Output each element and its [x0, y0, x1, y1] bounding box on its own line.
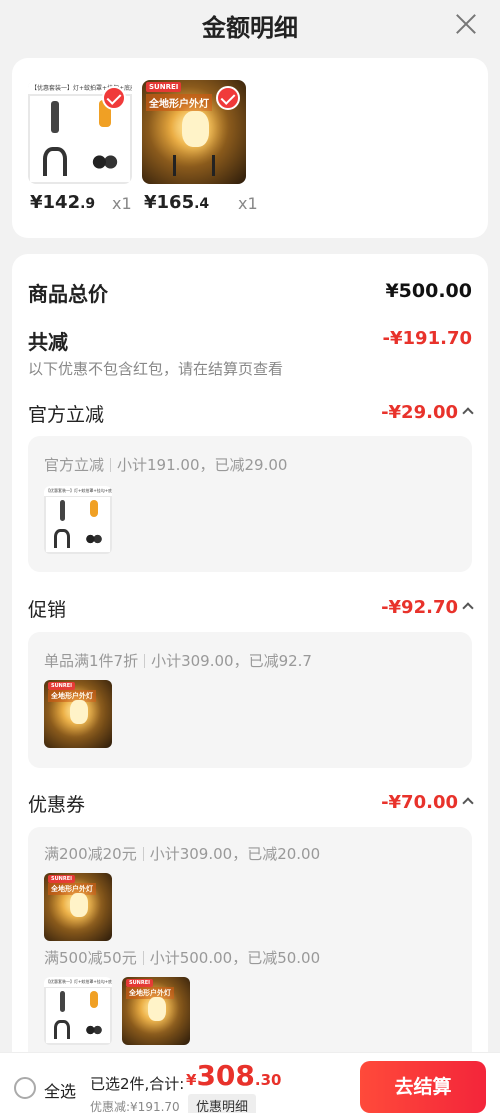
product-bundle[interactable]: 【优惠套装一】灯+蚊拍罩+挂勾+底座 ¥142.9 x1	[28, 80, 132, 213]
page-title: 金额明细	[202, 14, 298, 42]
total-reduce-amount: -¥191.70	[382, 328, 472, 349]
total-price-label: 商品总价	[28, 282, 108, 306]
discount-detail: 小计500.00，已减50.00	[149, 949, 321, 967]
discount-detail: 小计309.00，已减92.7	[151, 652, 312, 670]
price-decimal: .9	[80, 196, 96, 212]
bundle-thumbnail: 【优惠套装一】灯+蚊拍罩+挂勾+底座	[44, 977, 112, 1045]
product-quantity: x1	[112, 194, 132, 213]
lamp-image	[30, 96, 80, 140]
total-decimal: .30	[254, 1071, 282, 1089]
header: 金额明细	[0, 0, 500, 50]
hooks-image	[80, 140, 130, 182]
product-image-tag: 全地形户外灯	[126, 987, 174, 999]
section-promo-toggle[interactable]: -¥92.70	[381, 597, 474, 618]
select-all-radio[interactable]	[14, 1077, 36, 1099]
bundle-banner: 【优惠套装一】灯+蚊拍罩+挂勾+底座	[44, 977, 112, 987]
checkout-total: ¥308.30	[186, 1059, 281, 1092]
discount-detail: 小计309.00，已减20.00	[149, 845, 321, 863]
checkout-button[interactable]: 去结算	[360, 1061, 486, 1113]
product-image-tag: 全地形户外灯	[146, 94, 212, 111]
total-currency: ¥	[186, 1071, 197, 1089]
chevron-up-icon	[462, 602, 474, 614]
price-decimal: .4	[194, 196, 210, 212]
chevron-up-icon	[462, 797, 474, 809]
section-coupon-amount: -¥70.00	[381, 792, 458, 813]
selected-check-icon[interactable]	[216, 86, 240, 110]
product-price: ¥165.4	[144, 192, 209, 213]
section-coupon-toggle[interactable]: -¥70.00	[381, 792, 474, 813]
brand-logo: SUNREI	[146, 82, 182, 92]
price-integer: ¥165	[144, 192, 195, 213]
product-image-tag: 全地形户外灯	[48, 883, 96, 895]
total-integer: 308	[196, 1059, 255, 1092]
discount-rule: 官方立减	[44, 456, 105, 474]
close-icon[interactable]	[450, 8, 482, 40]
product-bundle-image[interactable]: 【优惠套装一】灯+蚊拍罩+挂勾+底座	[28, 80, 132, 184]
total-price-amount: ¥500.00	[385, 280, 472, 302]
section-official-panel: 官方立减 小计191.00，已减29.00 【优惠套装一】灯+蚊拍罩+挂勾+底座	[28, 436, 472, 572]
price-integer: ¥142	[30, 192, 81, 213]
product-image-tag: 全地形户外灯	[48, 690, 96, 702]
product-outdoor-lamp-image[interactable]: SUNREI 全地形户外灯	[142, 80, 246, 184]
discount-summary: 优惠减:¥191.70	[90, 1100, 180, 1113]
product-quantity: x1	[238, 194, 258, 213]
product-outdoor-lamp[interactable]: SUNREI 全地形户外灯 ¥165.4 x1	[142, 80, 258, 213]
bundle-thumbnail: 【优惠套装一】灯+蚊拍罩+挂勾+底座	[44, 486, 112, 554]
brand-logo: SUNREI	[126, 979, 153, 987]
section-promo-panel: 单品满1件7折 小计309.00，已减92.7 SUNREI 全地形户外灯	[28, 632, 472, 768]
discount-rule: 满500减50元	[44, 949, 137, 967]
section-promo-title: 促销	[28, 599, 67, 621]
select-all-label[interactable]: 全选	[44, 1078, 76, 1102]
discount-detail-button[interactable]: 优惠明细	[188, 1094, 257, 1113]
total-reduce-label: 共减	[28, 330, 68, 354]
brand-logo: SUNREI	[48, 875, 75, 883]
outdoor-lamp-thumbnail: SUNREI 全地形户外灯	[44, 680, 112, 748]
outdoor-lamp-thumbnail: SUNREI 全地形户外灯	[122, 977, 190, 1045]
discount-line: 满500减50元 小计500.00，已减50.00	[44, 947, 320, 968]
stand-image	[30, 140, 80, 182]
checkout-bar: 全选 已选2件,合计: ¥308.30 优惠减:¥191.70 优惠明细 去结算	[0, 1052, 500, 1113]
section-official-amount: -¥29.00	[381, 402, 458, 423]
product-price: ¥142.9	[30, 192, 95, 213]
tripod-image	[173, 154, 215, 176]
bundle-banner: 【优惠套装一】灯+蚊拍罩+挂勾+底座	[44, 486, 112, 496]
discount-line: 满200减20元 小计309.00，已减20.00	[44, 843, 320, 864]
section-official-toggle[interactable]: -¥29.00	[381, 402, 474, 423]
summary-card: 商品总价 ¥500.00 共减 -¥191.70 以下优惠不包含红包，请在结算页…	[12, 254, 488, 1074]
section-coupon-panel: 满200减20元 小计309.00，已减20.00 SUNREI 全地形户外灯 满…	[28, 827, 472, 1074]
discount-rule: 满200减20元	[44, 845, 137, 863]
lamp-bulb	[181, 111, 209, 147]
discount-detail: 小计191.00，已减29.00	[117, 456, 288, 474]
discount-line: 单品满1件7折 小计309.00，已减92.7	[44, 650, 312, 671]
selected-check-icon[interactable]	[102, 86, 126, 110]
discount-line: 官方立减 小计191.00，已减29.00	[44, 454, 287, 475]
brand-logo: SUNREI	[48, 682, 75, 690]
selected-count-text: 已选2件,合计:	[90, 1075, 185, 1093]
products-card: 【优惠套装一】灯+蚊拍罩+挂勾+底座 ¥142.9 x1 SUNREI 全地形户…	[12, 58, 488, 238]
section-coupon-title: 优惠券	[28, 794, 86, 816]
section-promo-amount: -¥92.70	[381, 597, 458, 618]
outdoor-lamp-thumbnail: SUNREI 全地形户外灯	[44, 873, 112, 941]
discount-rule: 单品满1件7折	[44, 652, 139, 670]
chevron-up-icon	[462, 407, 474, 419]
section-official-title: 官方立减	[28, 404, 105, 426]
discount-note: 以下优惠不包含红包，请在结算页查看	[28, 360, 284, 378]
